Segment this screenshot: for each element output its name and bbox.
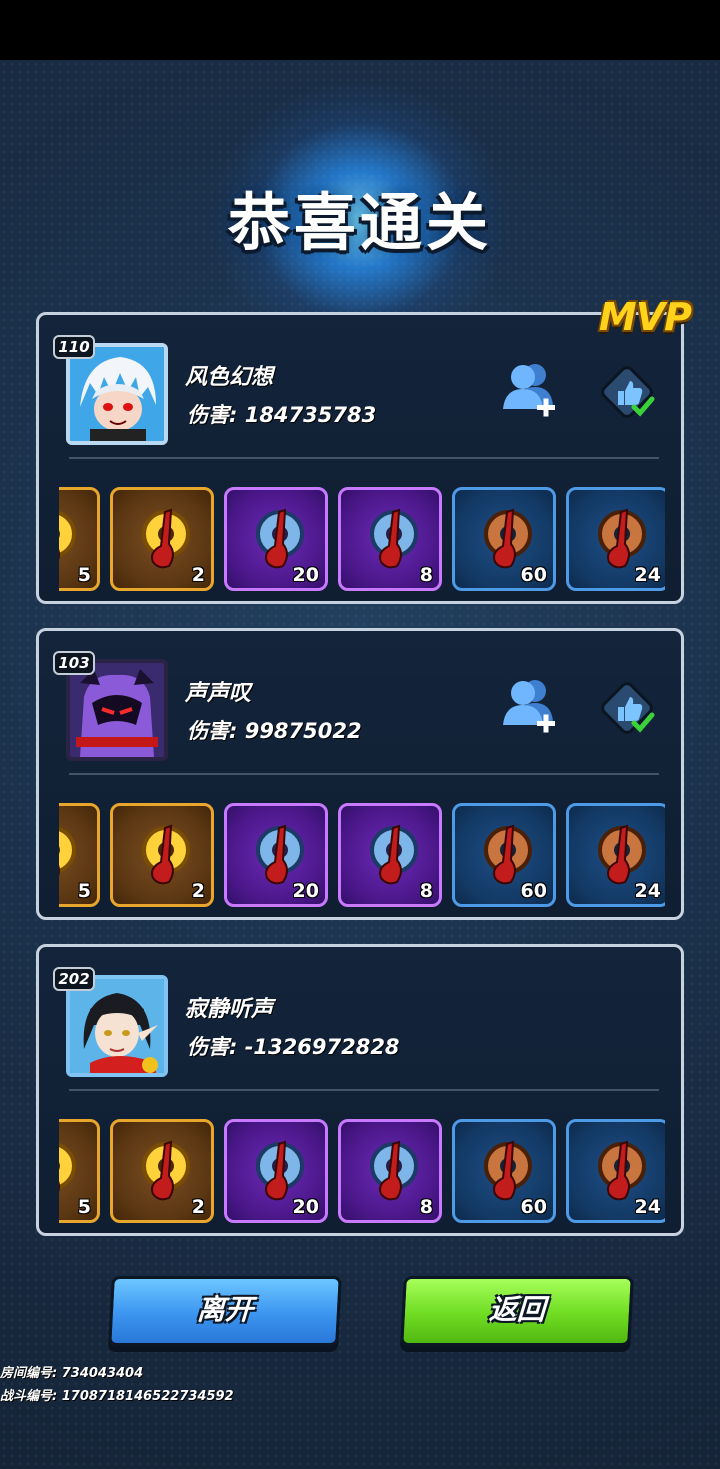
reward-list: 5 2 20 8 60 24 [59, 803, 665, 913]
player-name: 声声叹 [185, 681, 252, 706]
player-card: MVP 110 风色幻想 伤害: 184735783 5 2 20 8 60 2… [36, 295, 692, 604]
card-divider [69, 1089, 659, 1091]
reward-quantity: 8 [419, 1196, 433, 1218]
reward-item[interactable]: 60 [452, 487, 556, 591]
card-divider [69, 773, 659, 775]
reward-item[interactable]: 60 [452, 803, 556, 907]
player-level: 202 [53, 967, 95, 991]
reward-quantity: 24 [634, 564, 661, 586]
gold-token-icon [142, 1140, 190, 1201]
reward-list: 5 2 20 8 60 24 [59, 487, 665, 597]
reward-quantity: 20 [292, 564, 319, 586]
reward-quantity: 2 [191, 564, 205, 586]
purple-token-icon [370, 1140, 418, 1201]
reward-quantity: 60 [520, 880, 547, 902]
reward-item[interactable]: 8 [338, 803, 442, 907]
reward-item[interactable]: 24 [566, 487, 665, 591]
reward-item[interactable]: 2 [110, 487, 214, 591]
reward-item[interactable]: 24 [566, 803, 665, 907]
reward-item[interactable]: 8 [338, 487, 442, 591]
reward-item[interactable]: 5 [59, 487, 100, 591]
reward-item[interactable]: 60 [452, 1119, 556, 1223]
reward-quantity: 20 [292, 1196, 319, 1218]
mvp-badge: MVP [598, 295, 692, 339]
reward-quantity: 24 [634, 1196, 661, 1218]
player-name: 寂静听声 [185, 997, 274, 1022]
purple-token-icon [370, 508, 418, 569]
purple-demon-avatar-icon [70, 663, 164, 757]
player-damage: 伤害: 184735783 [187, 403, 377, 427]
reward-item[interactable]: 5 [59, 803, 100, 907]
like-icon[interactable] [596, 361, 658, 423]
reward-quantity: 8 [419, 880, 433, 902]
add-friend-icon[interactable] [499, 675, 559, 737]
back-button[interactable]: 返回 [400, 1276, 634, 1346]
player-name: 风色幻想 [185, 365, 274, 390]
reward-quantity: 5 [77, 564, 91, 586]
like-icon[interactable] [596, 677, 658, 739]
room-id: 房间编号: 734043404 [0, 1366, 144, 1381]
leave-button[interactable]: 离开 [108, 1276, 342, 1346]
reward-item[interactable]: 20 [224, 487, 328, 591]
gold-token-icon [142, 824, 190, 885]
reward-quantity: 5 [77, 880, 91, 902]
reward-quantity: 2 [191, 880, 205, 902]
card-divider [69, 457, 659, 459]
victory-title: 恭喜通关 [227, 186, 492, 259]
reward-quantity: 8 [419, 564, 433, 586]
reward-quantity: 5 [77, 1196, 91, 1218]
elf-girl-avatar-icon [70, 979, 164, 1073]
player-level: 110 [53, 335, 95, 359]
reward-quantity: 2 [191, 1196, 205, 1218]
purple-token-icon [370, 824, 418, 885]
player-damage: 伤害: -1326972828 [187, 1035, 400, 1059]
gold-token-icon [142, 508, 190, 569]
player-level: 103 [53, 651, 95, 675]
player-card: 202 寂静听声 伤害: -1326972828 5 2 20 8 60 24 [36, 944, 684, 1236]
player-damage: 伤害: 99875022 [187, 719, 362, 743]
reward-item[interactable]: 2 [110, 803, 214, 907]
reward-quantity: 24 [634, 880, 661, 902]
reward-item[interactable]: 8 [338, 1119, 442, 1223]
reward-quantity: 60 [520, 564, 547, 586]
reward-quantity: 60 [520, 1196, 547, 1218]
add-friend-icon[interactable] [499, 359, 559, 421]
reward-item[interactable]: 2 [110, 1119, 214, 1223]
player-card: 103 声声叹 伤害: 99875022 5 2 20 8 60 24 [36, 628, 684, 920]
reward-item[interactable]: 20 [224, 803, 328, 907]
reward-item[interactable]: 24 [566, 1119, 665, 1223]
reward-quantity: 20 [292, 880, 319, 902]
reward-item[interactable]: 20 [224, 1119, 328, 1223]
battle-id: 战斗编号: 1708718146522734592 [0, 1389, 234, 1404]
white-haired-hero-avatar-icon [70, 347, 164, 441]
status-bar [0, 0, 720, 60]
reward-list: 5 2 20 8 60 24 [59, 1119, 665, 1229]
reward-item[interactable]: 5 [59, 1119, 100, 1223]
